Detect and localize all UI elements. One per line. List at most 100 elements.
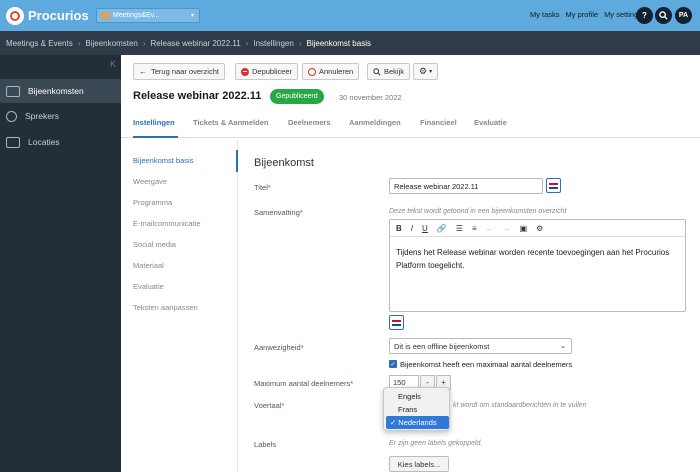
sidebar-item-sprekers[interactable]: Sprekers	[0, 104, 121, 128]
chevron-right-icon: ›	[142, 38, 146, 48]
app-selector[interactable]: Meetings&Ev... ▾	[96, 8, 200, 23]
editor-content[interactable]: Tijdens het Release webinar worden recen…	[390, 237, 685, 281]
chevron-right-icon: ›	[298, 38, 302, 48]
subnav-active-indicator	[236, 150, 238, 172]
labels-label: Labels	[254, 440, 277, 449]
presence-label: Aanwezigheid*	[254, 343, 304, 352]
section-title: Bijeenkomst	[254, 157, 314, 169]
tab-evaluatie[interactable]: Evaluatie	[474, 118, 507, 127]
editor-toolbar: B I U 🔗 ☰ ≡ ← → ▣ ⚙	[390, 220, 685, 237]
back-button[interactable]: ← Terug naar overzicht	[133, 63, 225, 80]
breadcrumb-item[interactable]: Instellingen	[253, 39, 293, 48]
title-input[interactable]: Release webinar 2022.11	[389, 178, 543, 194]
max-participants-label-text: Maximum aantal deelnemers	[254, 379, 351, 388]
active-tab-indicator	[133, 136, 178, 138]
gear-icon: ⚙	[419, 66, 428, 76]
check-icon: ✓	[390, 418, 397, 427]
subnav-programma[interactable]: Programma	[133, 198, 172, 207]
cancel-event-button[interactable]: Annuleren	[302, 63, 360, 80]
title-label: Titel*	[254, 183, 271, 192]
language-option-frans[interactable]: Frans	[386, 403, 449, 416]
tab-tickets[interactable]: Tickets & Aanmelden	[193, 118, 268, 127]
cancel-event-button-label: Annuleren	[319, 67, 354, 76]
brand-name: Procurios	[28, 8, 89, 23]
subnav-bijeenkomst-basis[interactable]: Bijeenkomst basis	[133, 156, 193, 165]
view-button[interactable]: Bekijk	[367, 63, 411, 80]
tab-instellingen[interactable]: Instellingen	[133, 118, 175, 127]
max-participants-checkbox[interactable]: ✓	[389, 360, 397, 368]
rich-text-editor[interactable]: B I U 🔗 ☰ ≡ ← → ▣ ⚙ Tijdens het Release …	[389, 219, 686, 312]
depublish-button-label: Depubliceer	[252, 67, 293, 76]
paste-icon[interactable]: ▣	[520, 224, 528, 233]
language-hint: kt wordt om standaardberichten in te vul…	[453, 402, 587, 409]
subnav-social-media[interactable]: Social media	[133, 240, 176, 249]
back-button-label: Terug naar overzicht	[151, 67, 219, 76]
my-profile-link[interactable]: My profile	[566, 10, 599, 19]
ban-icon	[308, 67, 316, 76]
breadcrumb-item[interactable]: Bijeenkomsten	[85, 39, 137, 48]
bold-button[interactable]: B	[396, 224, 402, 233]
language-flag-icon[interactable]	[389, 315, 404, 330]
language-flag-icon[interactable]	[546, 178, 561, 193]
underline-button[interactable]: U	[422, 224, 428, 233]
search-button[interactable]	[655, 7, 672, 24]
labels-hint: Er zijn geen labels gekoppeld.	[389, 440, 483, 447]
language-label-text: Voertaal	[254, 401, 282, 410]
status-badge: Gepubliceerd	[270, 89, 324, 104]
gear-icon[interactable]: ⚙	[536, 224, 543, 233]
language-option-nederlands[interactable]: ✓ Nederlands	[386, 416, 449, 429]
tab-deelnemers[interactable]: Deelnemers	[288, 118, 331, 127]
brand-logo[interactable]: Procurios	[6, 6, 89, 25]
breadcrumb: Meetings & Events › Bijeenkomsten › Rele…	[0, 31, 700, 55]
sidebar-item-bijeenkomsten[interactable]: Bijeenkomsten	[0, 79, 121, 103]
event-date: 30 november 2022	[339, 93, 402, 102]
subnav-evaluatie[interactable]: Evaluatie	[133, 282, 164, 291]
subnav-teksten-aanpassen[interactable]: Teksten aanpassen	[133, 303, 198, 312]
presence-label-text: Aanwezigheid	[254, 343, 301, 352]
chevron-down-icon: ▾	[429, 69, 433, 75]
sidebar-item-label: Locaties	[28, 137, 60, 147]
choose-labels-button[interactable]: Kies labels...	[389, 456, 449, 472]
depublish-button[interactable]: Depubliceer	[235, 63, 299, 80]
search-icon	[373, 67, 381, 76]
sidebar-item-label: Bijeenkomsten	[28, 86, 84, 96]
breadcrumb-item[interactable]: Release webinar 2022.11	[151, 39, 241, 48]
max-participants-label: Maximum aantal deelnemers*	[254, 379, 354, 388]
language-label: Voertaal*	[254, 401, 285, 410]
undo-icon[interactable]: ←	[486, 224, 494, 233]
avatar[interactable]: PA	[675, 7, 692, 24]
language-option-engels[interactable]: Engels	[386, 390, 449, 403]
chevron-right-icon: ›	[245, 38, 249, 48]
chevron-down-icon: ⌄	[560, 343, 566, 350]
calendar-icon	[6, 85, 20, 97]
help-button[interactable]: ?	[636, 7, 653, 24]
chevron-down-icon: ▾	[190, 13, 194, 19]
bullet-list-icon[interactable]: ☰	[456, 224, 463, 233]
breadcrumb-item[interactable]: Meetings & Events	[6, 39, 73, 48]
building-icon	[6, 136, 20, 148]
subnav-e-mailcommunicatie[interactable]: E-mailcommunicatie	[133, 219, 201, 228]
max-participants-checkbox-label: Bijeenkomst heeft een maximaal aantal de…	[400, 360, 573, 369]
language-dropdown: Engels Frans ✓ Nederlands	[383, 387, 450, 431]
my-tasks-link[interactable]: My tasks	[530, 10, 560, 19]
redo-icon[interactable]: →	[503, 224, 511, 233]
tab-aanmeldingen[interactable]: Aanmeldingen	[349, 118, 401, 127]
language-option-label: Nederlands	[398, 418, 437, 427]
settings-dropdown-button[interactable]: ⚙ ▾	[413, 63, 439, 80]
presence-select[interactable]: Dit is een offline bijeenkomst ⌄	[389, 338, 572, 354]
tab-financieel[interactable]: Financieel	[420, 118, 457, 127]
speaker-icon	[6, 110, 17, 122]
breadcrumb-current: Bijeenkomst basis	[306, 38, 371, 48]
link-icon[interactable]: 🔗	[437, 224, 447, 233]
top-links: My tasks My profile My settings	[530, 10, 642, 19]
italic-button[interactable]: I	[411, 224, 413, 233]
minus-circle-icon	[241, 67, 249, 76]
procurios-logo-icon	[6, 6, 24, 25]
subnav-materiaal[interactable]: Materiaal	[133, 261, 164, 270]
sidebar-item-label: Sprekers	[25, 111, 60, 121]
subnav-weergave[interactable]: Weergave	[133, 177, 167, 186]
numbered-list-icon[interactable]: ≡	[472, 224, 477, 233]
sidebar-item-locaties[interactable]: Locaties	[0, 130, 121, 154]
tab-bar: Instellingen Tickets & Aanmelden Deelnem…	[121, 112, 700, 138]
collapse-sidebar-icon[interactable]: K	[110, 59, 116, 69]
